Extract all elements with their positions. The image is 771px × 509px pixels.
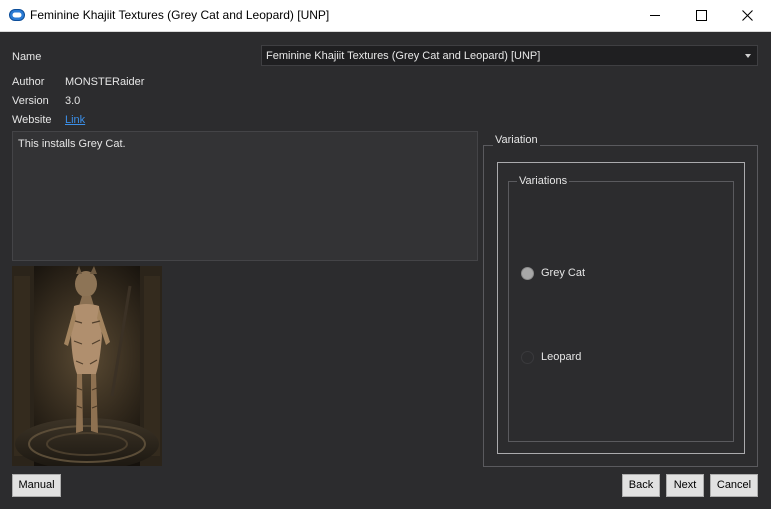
window-title: Feminine Khajiit Textures (Grey Cat and … — [30, 8, 330, 22]
website-link[interactable]: Link — [65, 114, 85, 126]
radio-label-grey-cat: Grey Cat — [541, 267, 586, 279]
description-text: This installs Grey Cat. — [18, 138, 126, 150]
close-button[interactable] — [725, 0, 771, 31]
title-bar: Feminine Khajiit Textures (Grey Cat and … — [0, 0, 771, 32]
maximize-icon — [696, 10, 707, 21]
description-box[interactable]: This installs Grey Cat. — [12, 131, 478, 261]
chevron-down-icon — [745, 54, 751, 58]
radio-option-leopard[interactable]: Leopard — [521, 350, 641, 366]
cancel-button[interactable]: Cancel — [710, 474, 758, 497]
name-select[interactable]: Feminine Khajiit Textures (Grey Cat and … — [261, 45, 758, 66]
name-select-value: Feminine Khajiit Textures (Grey Cat and … — [266, 50, 541, 62]
back-button[interactable]: Back — [622, 474, 660, 497]
radio-button-selected[interactable] — [521, 267, 534, 280]
radio-label-leopard: Leopard — [541, 351, 582, 363]
close-icon — [742, 10, 753, 21]
minimize-button[interactable] — [633, 0, 679, 31]
variations-group — [508, 181, 734, 442]
next-button[interactable]: Next — [666, 474, 704, 497]
preview-image — [12, 266, 162, 466]
name-label: Name — [12, 51, 42, 63]
variation-group-title: Variation — [493, 134, 540, 146]
version-label: Version — [12, 95, 49, 107]
author-value: MONSTERaider — [65, 76, 145, 88]
manual-button[interactable]: Manual — [12, 474, 61, 497]
minimize-icon — [650, 15, 660, 16]
app-logo-icon — [9, 9, 25, 21]
website-label: Website — [12, 114, 52, 126]
author-label: Author — [12, 76, 45, 88]
preview-illustration — [12, 266, 162, 466]
maximize-button[interactable] — [679, 0, 725, 31]
radio-option-grey-cat[interactable]: Grey Cat — [521, 266, 641, 282]
radio-button-unselected[interactable] — [521, 351, 534, 364]
version-value: 3.0 — [65, 95, 81, 107]
variations-group-title: Variations — [517, 175, 570, 187]
